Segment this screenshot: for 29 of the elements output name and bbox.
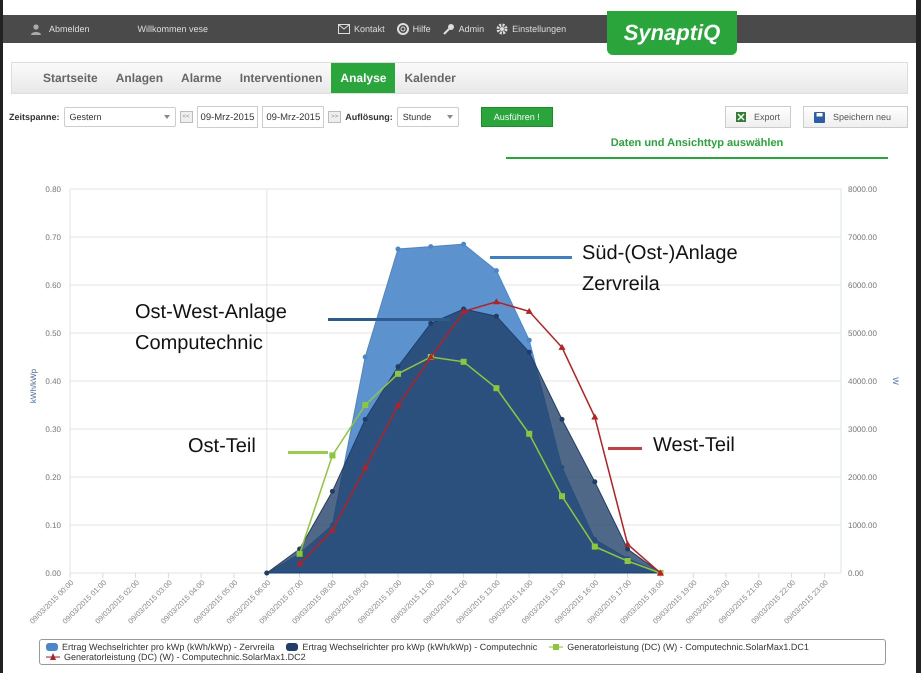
axis-tick-label: 2000.00 [848,473,877,482]
axis-tick-label: 4000.00 [848,377,877,386]
axis-tick-label: 0.60 [45,281,61,290]
axis-title: W [891,377,900,385]
axis-tick-label: 0.00 [848,569,864,578]
axis-tick-label: 0.30 [45,425,61,434]
axis-tick-label: 0.00 [45,569,61,578]
axis-tick-label: 0.20 [45,473,61,482]
axis-title: kWh/kWp [29,368,38,404]
annotation-label: West-Teil [653,434,735,456]
axis-tick-label: 0.70 [45,233,61,242]
axis-tick-label: 6000.00 [848,281,877,290]
axis-tick-label: 3000.00 [848,425,877,434]
annotation-label: Süd-(Ost-)Anlage Zervreila [582,242,738,295]
axis-tick-label: 0.10 [45,521,61,530]
period-label: Zeitspanne: [9,112,60,122]
axis-tick-label: 7000.00 [848,233,877,242]
axis-tick-label: 5000.00 [848,329,877,338]
axis-tick-label: 0.50 [45,329,61,338]
welcome-text: Willkommen vese [138,24,208,34]
axis-tick-label: 8000.00 [848,185,877,194]
axis-tick-label: 0.80 [45,185,61,194]
resolution-label: Auflösung: [345,112,393,122]
annotation-label: Ost-Teil [188,435,256,457]
logo: SynaptiQ [607,11,737,55]
axis-tick-label: 0.40 [45,377,61,386]
section-title: Daten und Ansichttyp auswählen [506,137,888,159]
axis-tick-label: 1000.00 [848,521,877,530]
annotation-label: Ost-West-Anlage Computechnic [135,301,287,354]
